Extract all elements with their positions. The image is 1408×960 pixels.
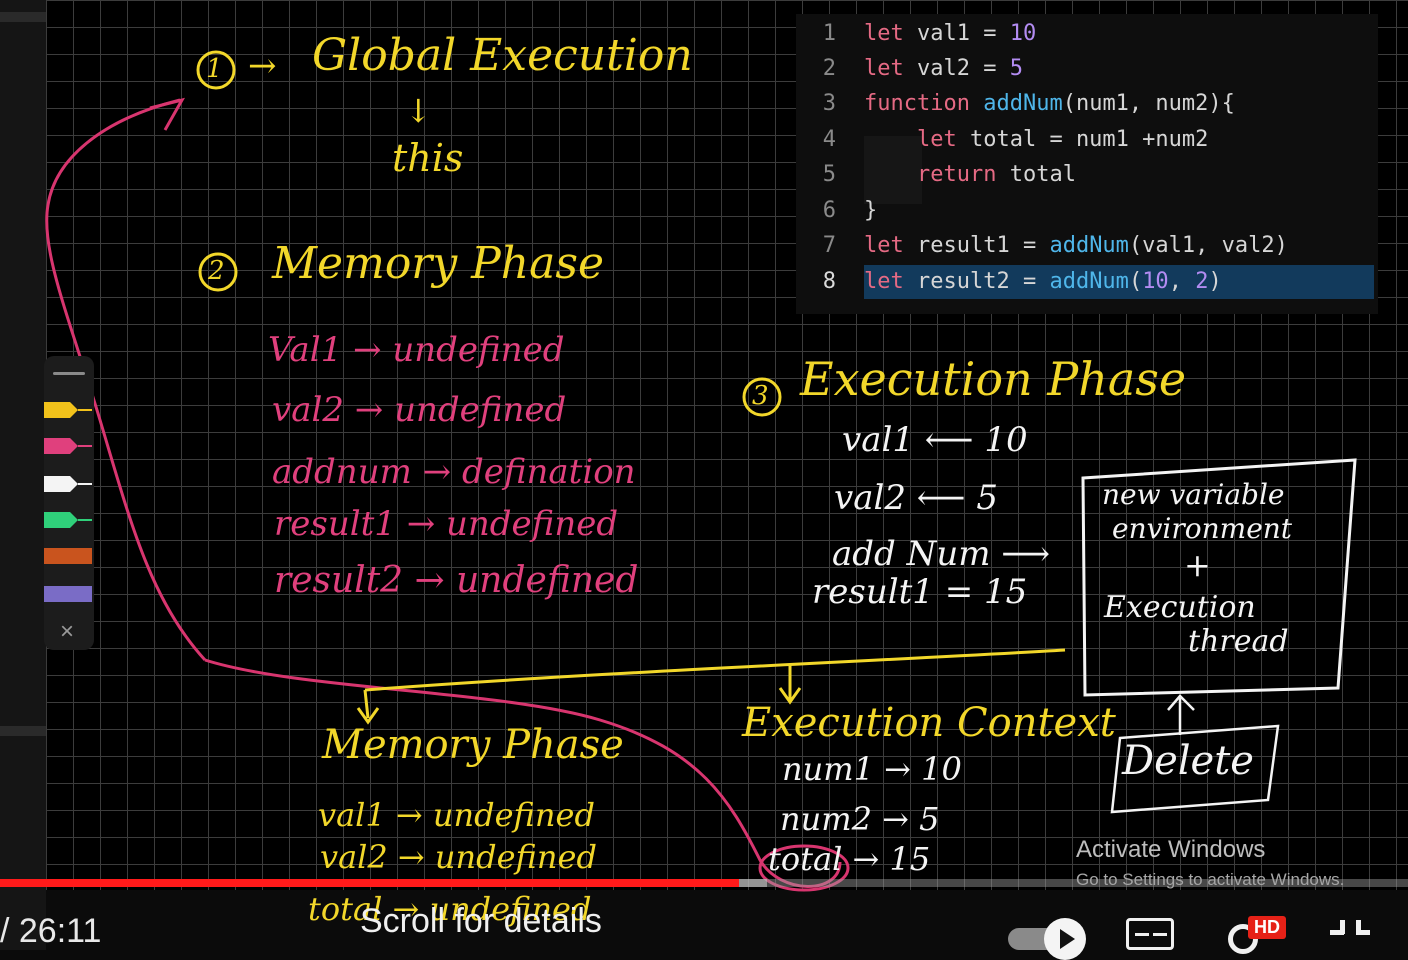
progress-buffer: [739, 879, 768, 887]
inner-memory-title: Memory Phase: [322, 722, 624, 768]
memory-phase-title: Memory Phase: [272, 238, 604, 289]
white-pen-icon[interactable]: [44, 474, 92, 494]
execution-context-item: total → 15: [768, 840, 931, 878]
pen-toolbox: ×: [44, 356, 94, 650]
global-execution-title: Global Execution: [312, 30, 693, 81]
yellow-branch-line: [364, 648, 1066, 692]
pink-arrow-head: [149, 97, 186, 131]
step-number: 2: [208, 256, 225, 286]
hd-badge: HD: [1248, 916, 1286, 939]
execution-context-title: Execution Context: [742, 700, 1116, 746]
scroll-hint[interactable]: Scroll for details: [360, 902, 602, 941]
fullscreen-icon[interactable]: [1330, 916, 1370, 950]
delete-label: Delete: [1122, 738, 1254, 784]
memory-item: Val1 → undefined: [268, 330, 565, 370]
duration-label: / 26:11: [0, 912, 102, 950]
execution-context-item: num2 → 5: [780, 800, 940, 838]
box-text: environment: [1112, 512, 1293, 545]
toolbox-drag-handle[interactable]: [53, 372, 85, 375]
play-icon: [1044, 918, 1086, 960]
progress-played[interactable]: [0, 879, 740, 887]
execution-item: val1 ⟵ 10: [842, 420, 1028, 460]
green-pen-icon[interactable]: [44, 510, 92, 530]
arrow-glyph: →: [248, 46, 277, 86]
purple-highlighter-icon[interactable]: [44, 584, 92, 604]
execution-item: add Num ⟶: [832, 534, 1051, 574]
execution-context-item: num1 → 10: [782, 750, 962, 788]
execution-item: result1 = 15: [812, 572, 1028, 612]
box-text: +: [1184, 546, 1211, 584]
box-text: new variable: [1102, 478, 1285, 511]
memory-item: val2 → undefined: [272, 390, 567, 430]
yellow-pen-icon[interactable]: [44, 400, 92, 420]
memory-item: addnum → defination: [272, 452, 636, 492]
this-label: this: [392, 136, 464, 180]
close-icon[interactable]: ×: [60, 618, 74, 646]
yellow-branch-left: [363, 689, 370, 719]
execution-item: val2 ⟵ 5: [834, 478, 998, 518]
pink-pen-icon[interactable]: [44, 436, 92, 456]
down-arrow-glyph: ↓: [405, 92, 432, 130]
memory-item: result2 → undefined: [274, 560, 639, 601]
orange-highlighter-icon[interactable]: [44, 546, 92, 566]
step-number: 3: [752, 381, 769, 411]
inner-memory-item: val1 → undefined: [318, 796, 595, 834]
step-number: 1: [206, 54, 223, 84]
inner-memory-item: val2 → undefined: [320, 838, 597, 876]
box-text: thread: [1188, 624, 1289, 659]
activate-windows-title: Activate Windows: [1076, 836, 1266, 863]
memory-item: result1 → undefined: [274, 504, 619, 544]
subtitles-icon[interactable]: [1126, 918, 1174, 950]
execution-phase-title: Execution Phase: [800, 352, 1187, 406]
drawing-strokes: [45, 50, 1357, 892]
box-text: Execution: [1104, 590, 1256, 625]
